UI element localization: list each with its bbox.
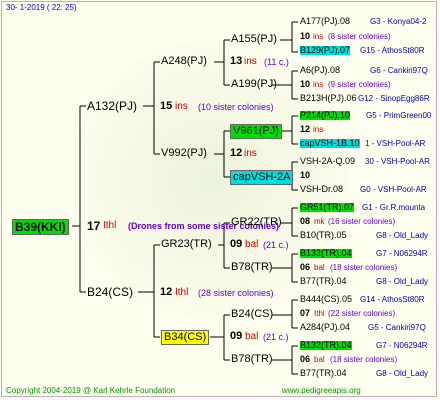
a155-colony[interactable]: A155(PJ) [231,34,277,45]
gr23-number: 09 [230,238,243,250]
r6-colony[interactable]: B213H(PJ).06 [300,94,357,103]
r12-colony[interactable]: VSH-Dr.08 [300,185,343,194]
r17-sisters: (18 sister colonies) [330,263,398,272]
r23-number: 06 [300,354,311,364]
b24-colony[interactable]: B24(CS) [87,286,133,298]
r9-info: 1 - VSH-Pool-AR [365,139,426,148]
a248-sisters: (11 c.) [264,57,289,67]
root-number: 17 [87,219,101,233]
r3-colony[interactable]: B129(PJ).07 [300,46,351,55]
capvsh-2a-colony[interactable]: capVSH-2A [230,170,294,185]
footer-copyright: Copyright 2004-2019 @ Karl Kehrle Founda… [6,386,176,395]
r5-number: 10 [300,79,311,89]
gr23-colony[interactable]: GR23(TR) [161,239,212,250]
b34-ins: bal [245,331,259,342]
b24-ins: Ithl [175,287,189,298]
a132-number: 15 [160,100,173,112]
v992-number: 12 [230,147,243,159]
r18-colony[interactable]: B77(TR).04 [300,277,347,286]
r10-info: 30 - VSH-Pool-AR [365,157,430,166]
a132-sisters: (10 sister colonies) [198,102,274,112]
r17-ins: bal [314,263,325,272]
root-ins: Ithl [103,220,117,231]
r23-ins: bal [314,355,325,364]
r20-sisters: (22 sister colonies) [328,309,396,318]
r1-colony[interactable]: A177(PJ).08 [300,17,350,26]
footer-site-link[interactable]: www.pedigreeapis.org [282,387,361,395]
r16-colony[interactable]: B132(TR).04 [300,249,352,258]
r5-sisters: (9 sister colonies) [328,80,391,89]
b24cs-colony[interactable]: B24(CS) [231,309,273,320]
r21-colony[interactable]: A284(PJ).04 [300,323,350,332]
r24-colony[interactable]: B77(TR).04 [300,369,347,378]
root-colony[interactable]: B39(KKI) [12,219,69,235]
r1-info: G3 - Konya04-2 [370,17,427,26]
r4-colony[interactable]: A6(PJ).08 [300,66,340,75]
b24-sisters: (28 sister colonies) [198,288,274,298]
r2-ins: ins [313,32,324,41]
r7-colony[interactable]: P214(PJ).10 [300,111,351,120]
r14-sisters: (16 sister colonies) [328,217,396,226]
a248-colony[interactable]: A248(PJ) [161,56,207,67]
r20-ins: Ithl [314,309,325,318]
r8-number: 12 [300,124,311,134]
r3-info: G15 - AthosSt80R [360,46,425,55]
r4-info: G6 - Cankiri97Q [370,66,428,75]
b34-sisters: (21 c.) [263,332,289,342]
a132-ins: ins [175,101,188,112]
v992-ins: ins [244,148,257,159]
a132-colony[interactable]: A132(PJ) [87,100,137,112]
v992-colony[interactable]: V992(PJ) [161,148,207,159]
r12-info: G0 - VSH-Pool-AR [360,185,427,194]
r19-info: G14 - AthosSt80R [360,295,425,304]
b24-number: 12 [160,286,173,298]
r22-colony[interactable]: B132(TR).04 [300,341,352,350]
r13-colony[interactable]: GR51(TR).07 [300,203,355,212]
r2-number: 10 [300,31,311,41]
r19-colony[interactable]: B444(CS).05 [300,295,352,304]
r22-info: G7 - N06294R [376,341,428,350]
r16-info: G7 - N06294R [376,249,428,258]
r20-number: 07 [300,308,311,318]
gr23-ins: bal [245,239,259,250]
r13-info: G1 - Gr.R.mounta [362,203,426,212]
gr22-colony[interactable]: GR22(TR) [231,217,282,228]
r9-colony[interactable]: capVSH-1B.10 [300,139,360,148]
r14-ins: mk [314,217,325,226]
r23-sisters: (18 sister colonies) [330,355,398,364]
r21-info: G5 - Cankiri97Q [368,323,426,332]
b34-colony[interactable]: B34(CS) [161,330,210,345]
a199-colony[interactable]: A199(PJ) [231,79,277,90]
r11-number: 10 [300,170,311,180]
a248-ins: ins [244,56,257,67]
r6-info: G12 - SinopEgg86R [358,94,430,103]
v961-colony[interactable]: V961(PJ) [230,124,282,139]
r15-colony[interactable]: B10(TR).05 [300,231,347,240]
r14-number: 08 [300,216,311,226]
r2-sisters: (8 sister colonies) [328,32,391,41]
gr23-sisters: (21 c.) [263,240,289,250]
pedigree-page: { "header": { "date": "30- 1-2019 ( 22: … [0,0,440,400]
b34-number: 09 [230,330,243,342]
r17-number: 06 [300,262,311,272]
r5-ins: ins [313,80,324,89]
r8-ins: ins [313,125,324,134]
b78-colony-1[interactable]: B78(TR) [231,262,273,273]
b78-colony-2[interactable]: B78(TR) [231,354,273,365]
r24-info: G8 - Old_Lady [376,369,429,378]
r7-info: G5 - PrimGreen00 [366,111,432,120]
pedigree-tree-lines [72,21,298,375]
r10-colony[interactable]: VSH-2A-Q.09 [300,157,355,166]
header-date: 30- 1-2019 ( 22: 25) [6,3,77,12]
r15-info: G8 - Old_Lady [376,231,429,240]
a248-number: 13 [230,55,243,67]
r18-info: G8 - Old_Lady [376,277,429,286]
